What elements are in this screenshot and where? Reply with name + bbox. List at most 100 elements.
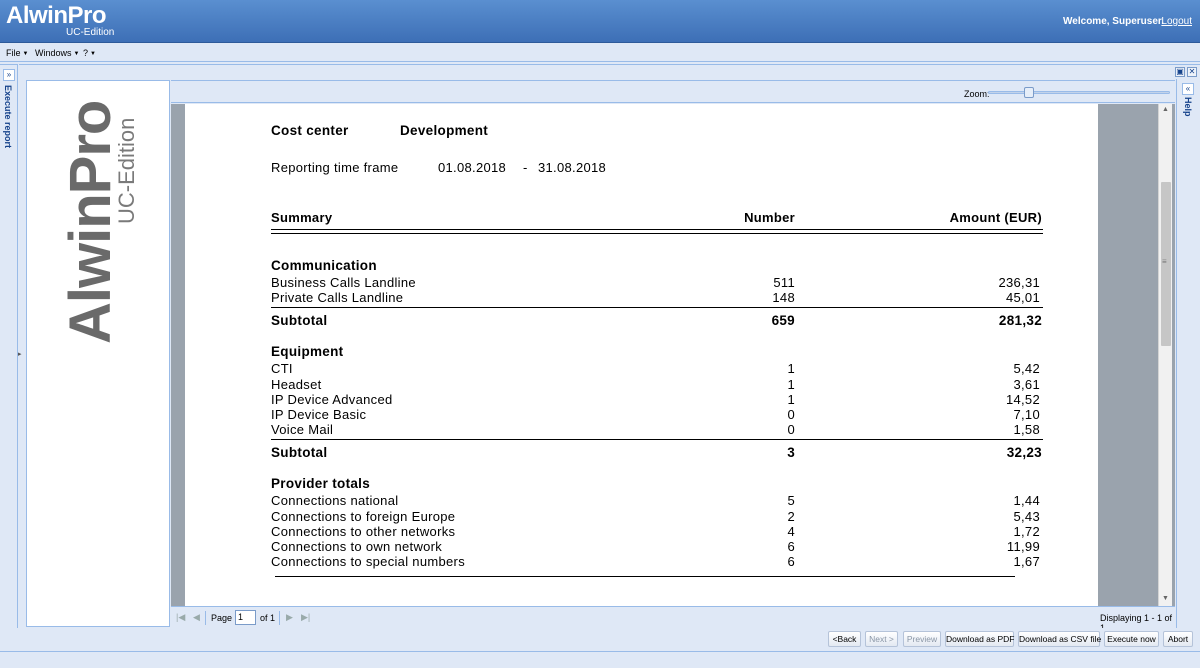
download-pdf-button[interactable]: Download as PDF [945,631,1015,647]
section-title: Equipment [271,344,344,360]
row-number: 1 [787,391,795,407]
help-panel-collapsed[interactable]: « Help [1176,79,1200,628]
collapse-left-icon[interactable]: « [1182,83,1194,95]
row-label: Connections to own network [271,539,443,554]
scrollbar-grip-icon: ≡ [1162,257,1167,266]
timeframe-separator: - [523,160,528,175]
row-amount: 1,67 [1013,554,1040,570]
row-number: 0 [787,407,795,422]
section-title: Communication [271,258,377,273]
window-title-strip: ▣ ✕ [19,64,1200,79]
next-button[interactable]: Next > [865,631,898,647]
side-logo-panel: AlwinPro UC-Edition [26,80,170,627]
section-title: Provider totals [271,476,371,492]
first-page-icon[interactable]: |◀ [176,612,185,623]
section-divider [275,576,1015,578]
row-number: 1 [787,376,795,392]
row-amount: 11,99 [1006,539,1040,554]
menu-windows-label: Windows [35,48,72,58]
row-label: IP Device Basic [271,407,367,422]
row-amount: 14,52 [1005,391,1040,407]
row-amount: 5,43 [1013,508,1040,524]
row-number: 148 [772,290,795,306]
preview-button[interactable]: Preview [903,631,941,647]
subtotal-label: Subtotal [271,313,328,329]
scroll-up-icon[interactable]: ▲ [1162,106,1169,113]
subtotal-number: 659 [771,313,795,329]
side-logo-main: AlwinPro [58,100,123,344]
header-divider [271,233,1043,234]
cost-center-value: Development [400,123,489,138]
report-area: Zoom: Cost center Development Reporting … [171,80,1175,633]
chevron-down-icon: ▼ [90,51,96,57]
status-bar [0,651,1200,668]
restore-icon[interactable]: ▣ [1175,67,1185,77]
logout-link[interactable]: Logout [1161,16,1192,27]
subtotal-amount: 32,23 [1006,445,1042,461]
abort-button[interactable]: Abort [1163,631,1193,647]
next-page-icon[interactable]: ▶ [286,612,293,623]
row-label: Connections to special numbers [271,554,465,570]
subtotal-amount: 281,32 [998,313,1042,329]
scroll-down-icon[interactable]: ▼ [1162,595,1169,602]
column-summary: Summary [271,210,333,225]
zoom-label: Zoom: [964,89,990,99]
side-logo-sub: UC-Edition [114,117,139,224]
subtotal-number: 3 [787,445,795,461]
side-logo: AlwinPro UC-Edition [58,99,145,349]
paging-toolbar: |◀ ◀ Page 1 of 1 ▶ ▶| Displaying 1 - 1 o… [171,606,1175,633]
zoom-toolbar: Zoom: [171,81,1175,103]
toolbar-separator [279,611,280,625]
row-number: 5 [787,493,795,509]
row-number: 4 [787,523,795,539]
splitter-handle[interactable]: ▸ [18,350,24,358]
back-button[interactable]: <Back [828,631,861,647]
download-csv-button[interactable]: Download as CSV file [1018,631,1101,647]
report-page: Cost center Development Reporting time f… [185,104,1098,606]
zoom-slider-thumb[interactable] [1024,87,1035,98]
menu-help-label: ? [83,48,89,58]
menu-file[interactable]: File ▼ [6,48,28,58]
column-amount: Amount (EUR) [949,210,1042,225]
row-number: 6 [787,554,795,570]
expand-icon[interactable]: » [3,69,15,81]
execute-now-button[interactable]: Execute now [1104,631,1159,647]
logo-sub-text: UC-Edition [66,27,115,38]
row-label: CTI [271,361,293,377]
subtotal-divider [271,307,1043,309]
execute-report-panel-collapsed[interactable]: » Execute report [0,64,18,628]
execute-report-label[interactable]: Execute report [3,85,13,148]
row-label: IP Device Advanced [271,391,393,407]
logo-main-text: AlwinPro [6,2,107,29]
welcome-text: Welcome, Superuser. [1063,16,1164,27]
timeframe-from: 01.08.2018 [438,160,507,175]
last-page-icon[interactable]: ▶| [301,612,310,623]
zoom-slider-track[interactable] [988,91,1170,94]
menu-file-label: File [6,48,21,58]
chevron-down-icon: ▼ [73,51,80,57]
row-label: Business Calls Landline [271,275,416,290]
menu-windows[interactable]: Windows ▼ [35,48,79,58]
row-number: 6 [787,539,795,554]
row-label: Connections to foreign Europe [271,508,456,524]
toolbar-separator [205,611,206,625]
prev-page-icon[interactable]: ◀ [193,612,200,623]
row-label: Connections national [271,493,399,509]
vertical-scrollbar[interactable]: ▲ ≡ ▼ [1158,104,1172,606]
help-label[interactable]: Help [1183,97,1193,117]
header-divider [271,229,1043,230]
row-amount: 1,72 [1013,523,1040,539]
row-amount: 1,58 [1013,422,1040,438]
row-number: 1 [787,361,795,377]
timeframe-label: Reporting time frame [271,160,399,175]
chevron-down-icon: ▼ [22,51,29,57]
close-icon[interactable]: ✕ [1187,67,1197,77]
action-button-bar: <Back Next > Preview Download as PDF Dow… [0,628,1200,650]
app-header: AlwinPro UC-Edition Welcome, Superuser. … [0,0,1200,43]
row-label: Connections to other networks [271,523,456,539]
timeframe-to: 31.08.2018 [538,160,607,175]
page-number-input[interactable]: 1 [235,610,256,625]
menu-help[interactable]: ? ▼ [83,48,96,58]
row-number: 0 [787,422,795,438]
subtotal-divider [271,439,1043,441]
